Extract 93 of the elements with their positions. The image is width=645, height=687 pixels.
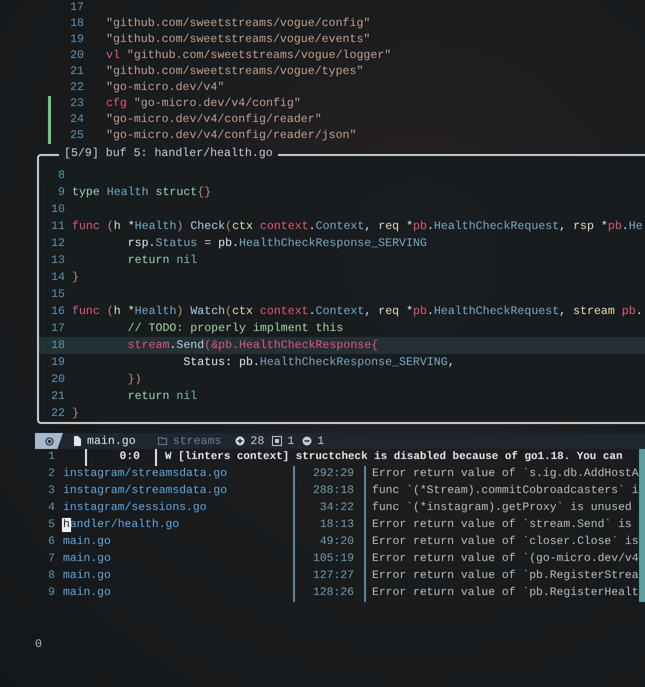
line-number: 10 bbox=[50, 202, 65, 218]
buffer-tab[interactable]: main.go bbox=[87, 434, 136, 448]
folder-icon bbox=[158, 437, 167, 445]
position: 18:13 bbox=[295, 517, 366, 534]
code-line: func (h *Health) Check(ctx context.Context, req *pb.HealthCheckRequest, rsp *pb.He bbox=[72, 219, 643, 235]
position: 34:22 bbox=[295, 500, 366, 517]
line-number: 14 bbox=[50, 270, 65, 286]
code-line: return nil bbox=[126, 253, 198, 269]
line-number: 22 bbox=[69, 80, 84, 96]
file-path[interactable]: main.go bbox=[63, 536, 111, 548]
position: 49:20 bbox=[295, 534, 366, 551]
line-number: 16 bbox=[50, 304, 65, 320]
diagnostic-message: Error return value of `closer.Close` is bbox=[371, 534, 639, 550]
code-line: } bbox=[72, 406, 79, 422]
diagnostic-message: Error return value of `pb.RegisterHealt bbox=[371, 586, 639, 601]
diagnostic-message: W [linters context] structcheck is disabled because of go1.18. You can bbox=[164, 450, 622, 465]
diagnostic-message: func `(*instagram).getProxy` is unused bbox=[371, 500, 632, 516]
code-line: rsp.Status = pb.HealthCheckResponse_SERVING bbox=[126, 236, 427, 252]
line-number: 21 bbox=[50, 389, 65, 405]
line-number: 5 bbox=[47, 518, 55, 533]
line-number: 8 bbox=[47, 569, 55, 584]
line-number: 17 bbox=[50, 321, 65, 337]
line-number: 19 bbox=[69, 32, 84, 48]
code-line: type Health struct{} bbox=[72, 185, 212, 201]
line-number: 9 bbox=[47, 586, 55, 601]
line-number: 11 bbox=[50, 219, 65, 235]
code-line: }) bbox=[126, 372, 142, 388]
line-number: 20 bbox=[69, 48, 84, 64]
position: 105:19 bbox=[295, 551, 366, 568]
code-line: vl "github.com/sweetstreams/vogue/logger" bbox=[106, 48, 392, 64]
line-number: 9 bbox=[57, 185, 65, 201]
diagnostic-message: Error return value of `stream.Send` is bbox=[371, 518, 632, 533]
line-number: 24 bbox=[69, 112, 84, 128]
code-line: "github.com/sweetstreams/vogue/events" bbox=[106, 32, 370, 48]
position: 0:0 bbox=[87, 449, 157, 466]
code-line: } bbox=[72, 270, 79, 286]
code-line: // TODO: properly implment this bbox=[126, 321, 344, 337]
diagnostic-count: 1 bbox=[287, 434, 294, 448]
position: 128:26 bbox=[295, 585, 366, 602]
line-number: 13 bbox=[50, 253, 65, 269]
line-number: 12 bbox=[50, 236, 65, 252]
code-line: return nil bbox=[126, 389, 198, 405]
code-line: func (h *Health) Watch(ctx context.Context, req *pb.HealthCheckRequest, stream pb. bbox=[72, 304, 643, 320]
line-number: 1 bbox=[47, 450, 55, 465]
line-number: 8 bbox=[57, 168, 65, 184]
diagnostic-message: func `(*Stream).commitCobroadcasters` i bbox=[371, 484, 639, 499]
position: 127:27 bbox=[295, 568, 366, 585]
window-title: [5/9] buf 5: handler/health.go bbox=[59, 148, 278, 160]
file-path[interactable]: handler/health.go bbox=[63, 519, 180, 531]
file-path[interactable]: main.go bbox=[63, 587, 111, 599]
line-number: 2 bbox=[47, 467, 55, 482]
line-number: 18 bbox=[50, 338, 65, 354]
line-number: 19 bbox=[50, 355, 65, 371]
line-number: 22 bbox=[50, 406, 65, 422]
radio-dot-icon bbox=[44, 436, 54, 446]
line-number: 15 bbox=[50, 287, 65, 303]
line-number: 21 bbox=[69, 64, 84, 80]
line-number: 25 bbox=[69, 128, 84, 144]
line-number: 6 bbox=[47, 535, 55, 550]
directory-name: streams bbox=[172, 434, 222, 448]
file-path[interactable]: instagram/sessions.go bbox=[63, 502, 207, 514]
line-number: 17 bbox=[69, 0, 84, 16]
file-icon bbox=[73, 436, 81, 446]
diagnostic-message: Error return value of `s.ig.db.AddHostA bbox=[371, 466, 639, 482]
line-number: 23 bbox=[69, 96, 84, 112]
diagnostic-message: Error return value of `pb.RegisterStrea bbox=[371, 568, 639, 584]
code-line: "github.com/sweetstreams/vogue/config" bbox=[106, 16, 370, 32]
code-line: Status: pb.HealthCheckResponse_SERVING, bbox=[182, 355, 455, 371]
minus-circle-icon bbox=[302, 436, 312, 446]
diagnostic-message: Error return value of `(go-micro.dev/v4 bbox=[371, 552, 639, 567]
position: 288:18 bbox=[295, 483, 366, 500]
code-line: "go-micro.dev/v4/config/reader/json" bbox=[106, 128, 356, 144]
code-line: "go-micro.dev/v4" bbox=[106, 80, 224, 96]
position: 292:29 bbox=[295, 466, 366, 483]
code-line: "github.com/sweetstreams/vogue/types" bbox=[106, 64, 364, 80]
file-path[interactable]: instagram/streamsdata.go bbox=[63, 485, 228, 497]
diagnostic-count: 1 bbox=[317, 434, 324, 448]
command-line[interactable]: 0 bbox=[35, 638, 42, 651]
scrollbar[interactable] bbox=[639, 449, 645, 602]
line-number: 7 bbox=[47, 552, 55, 567]
diagnostic-count: 28 bbox=[250, 434, 264, 448]
line-number: 4 bbox=[47, 501, 55, 516]
line-number: 20 bbox=[50, 372, 65, 388]
square-icon bbox=[272, 436, 282, 446]
code-line: stream.Send(&pb.HealthCheckResponse{ bbox=[126, 338, 378, 354]
line-number: 18 bbox=[69, 16, 84, 32]
line-number: 3 bbox=[47, 484, 55, 499]
code-line: cfg "go-micro.dev/v4/config" bbox=[106, 96, 301, 112]
file-path[interactable]: main.go bbox=[63, 570, 111, 582]
plus-circle-icon bbox=[235, 436, 246, 446]
file-path[interactable]: main.go bbox=[63, 553, 111, 565]
code-line: "go-micro.dev/v4/config/reader" bbox=[106, 112, 322, 128]
file-path[interactable]: instagram/streamsdata.go bbox=[63, 468, 228, 480]
